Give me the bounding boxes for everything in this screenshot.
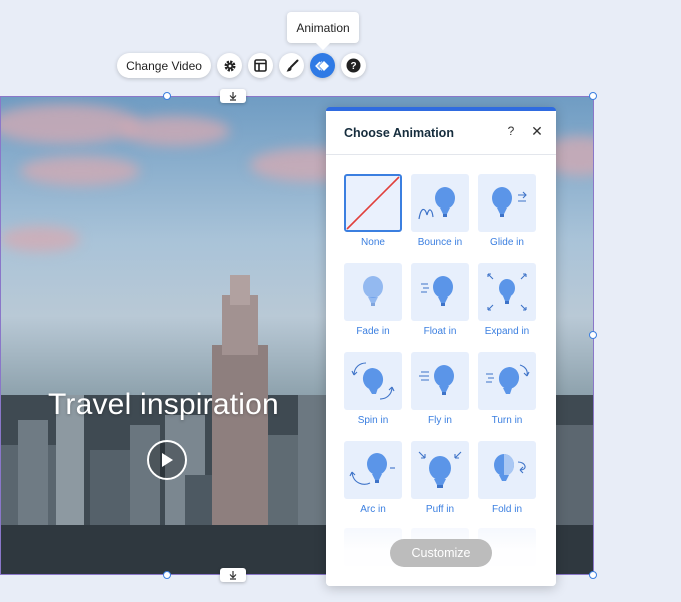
layout-icon: [254, 59, 267, 72]
balloon-turn-icon: [486, 364, 530, 394]
animation-thumb: [344, 441, 402, 499]
animation-thumb: [478, 441, 536, 499]
play-button[interactable]: [147, 440, 187, 480]
resize-handle-top-right[interactable]: [589, 92, 597, 100]
video-headline: Travel inspiration: [48, 388, 279, 421]
animation-label: Fold in: [491, 504, 522, 515]
animation-thumb: [478, 174, 536, 232]
animation-option-spin-in[interactable]: Spin in: [344, 352, 402, 426]
resize-handle-bottom-right[interactable]: [589, 571, 597, 579]
balloon-float-icon: [421, 276, 453, 306]
animation-label: None: [361, 237, 385, 248]
animation-label: Spin in: [357, 415, 389, 426]
balloon-bounce-icon: [418, 187, 455, 220]
animation-thumb: [478, 352, 536, 410]
balloon-fade-icon: [363, 276, 383, 306]
animation-tooltip: Animation: [287, 12, 359, 43]
balloon-expand-icon: [487, 273, 527, 311]
animation-thumb: [411, 441, 469, 499]
animation-thumb: [344, 352, 402, 410]
animation-option-float-in[interactable]: Float in: [411, 263, 469, 337]
animation-thumb: [344, 263, 402, 321]
balloon-puff-icon: [418, 451, 462, 488]
panel-title: Choose Animation: [344, 126, 454, 140]
panel-help-button[interactable]: ?: [504, 124, 518, 138]
balloon-arc-icon: [349, 453, 395, 485]
none-slash-icon: [346, 176, 400, 230]
animation-label: Arc in: [360, 504, 386, 515]
stretch-tab-top[interactable]: [220, 89, 246, 103]
animation-icon: [314, 60, 329, 71]
arrow-down-icon: [229, 92, 237, 101]
animation-thumb: [478, 263, 536, 321]
animation-option-expand-in[interactable]: Expand in: [478, 263, 536, 337]
panel-header: Choose Animation ? ✕: [326, 111, 556, 155]
animation-label: Fly in: [428, 415, 452, 426]
animation-label: Float in: [423, 326, 457, 337]
animation-option-fold-in[interactable]: Fold in: [478, 441, 536, 515]
animation-option-fade-in[interactable]: Fade in: [344, 263, 402, 337]
brush-icon: [286, 59, 298, 71]
animation-label: Glide in: [490, 237, 524, 248]
customize-button[interactable]: Customize: [390, 539, 492, 567]
stretch-tab-bottom[interactable]: [220, 568, 246, 582]
balloon-glide-icon: [492, 187, 527, 217]
panel-close-button[interactable]: ✕: [530, 123, 544, 140]
animation-option-arc-in[interactable]: Arc in: [344, 441, 402, 515]
animation-option-puff-in[interactable]: Puff in: [411, 441, 469, 515]
design-button[interactable]: [279, 53, 304, 78]
svg-text:?: ?: [350, 61, 356, 72]
animation-thumb: [411, 352, 469, 410]
choose-animation-panel: Choose Animation ? ✕ None Bounce in Glid…: [326, 107, 556, 586]
help-button[interactable]: ?: [341, 53, 366, 78]
resize-handle-right[interactable]: [589, 331, 597, 339]
gear-icon: [224, 60, 235, 71]
layout-button[interactable]: [248, 53, 273, 78]
balloon-fold-icon: [494, 454, 526, 481]
animation-label: Turn in: [491, 415, 523, 426]
balloon-spin-icon: [351, 362, 395, 400]
animation-option-none[interactable]: None: [344, 174, 402, 248]
animation-label: Bounce in: [417, 237, 463, 248]
help-icon: ?: [346, 58, 361, 73]
animation-option-glide-in[interactable]: Glide in: [478, 174, 536, 248]
animation-option-turn-in[interactable]: Turn in: [478, 352, 536, 426]
settings-button[interactable]: [217, 53, 242, 78]
animation-thumb: [411, 174, 469, 232]
animation-button[interactable]: [310, 53, 335, 78]
animation-option-bounce-in[interactable]: Bounce in: [411, 174, 469, 248]
animation-label: Fade in: [356, 326, 390, 337]
resize-handle-bottom[interactable]: [163, 571, 171, 579]
resize-handle-top[interactable]: [163, 92, 171, 100]
play-icon: [162, 453, 173, 467]
balloon-fly-icon: [419, 365, 454, 395]
animation-thumb: [411, 263, 469, 321]
animation-option-fly-in[interactable]: Fly in: [411, 352, 469, 426]
arrow-down-icon: [229, 571, 237, 580]
animation-label: Puff in: [425, 504, 455, 515]
animation-thumb: [344, 174, 402, 232]
animation-label: Expand in: [484, 326, 530, 337]
change-video-button[interactable]: Change Video: [117, 53, 211, 78]
